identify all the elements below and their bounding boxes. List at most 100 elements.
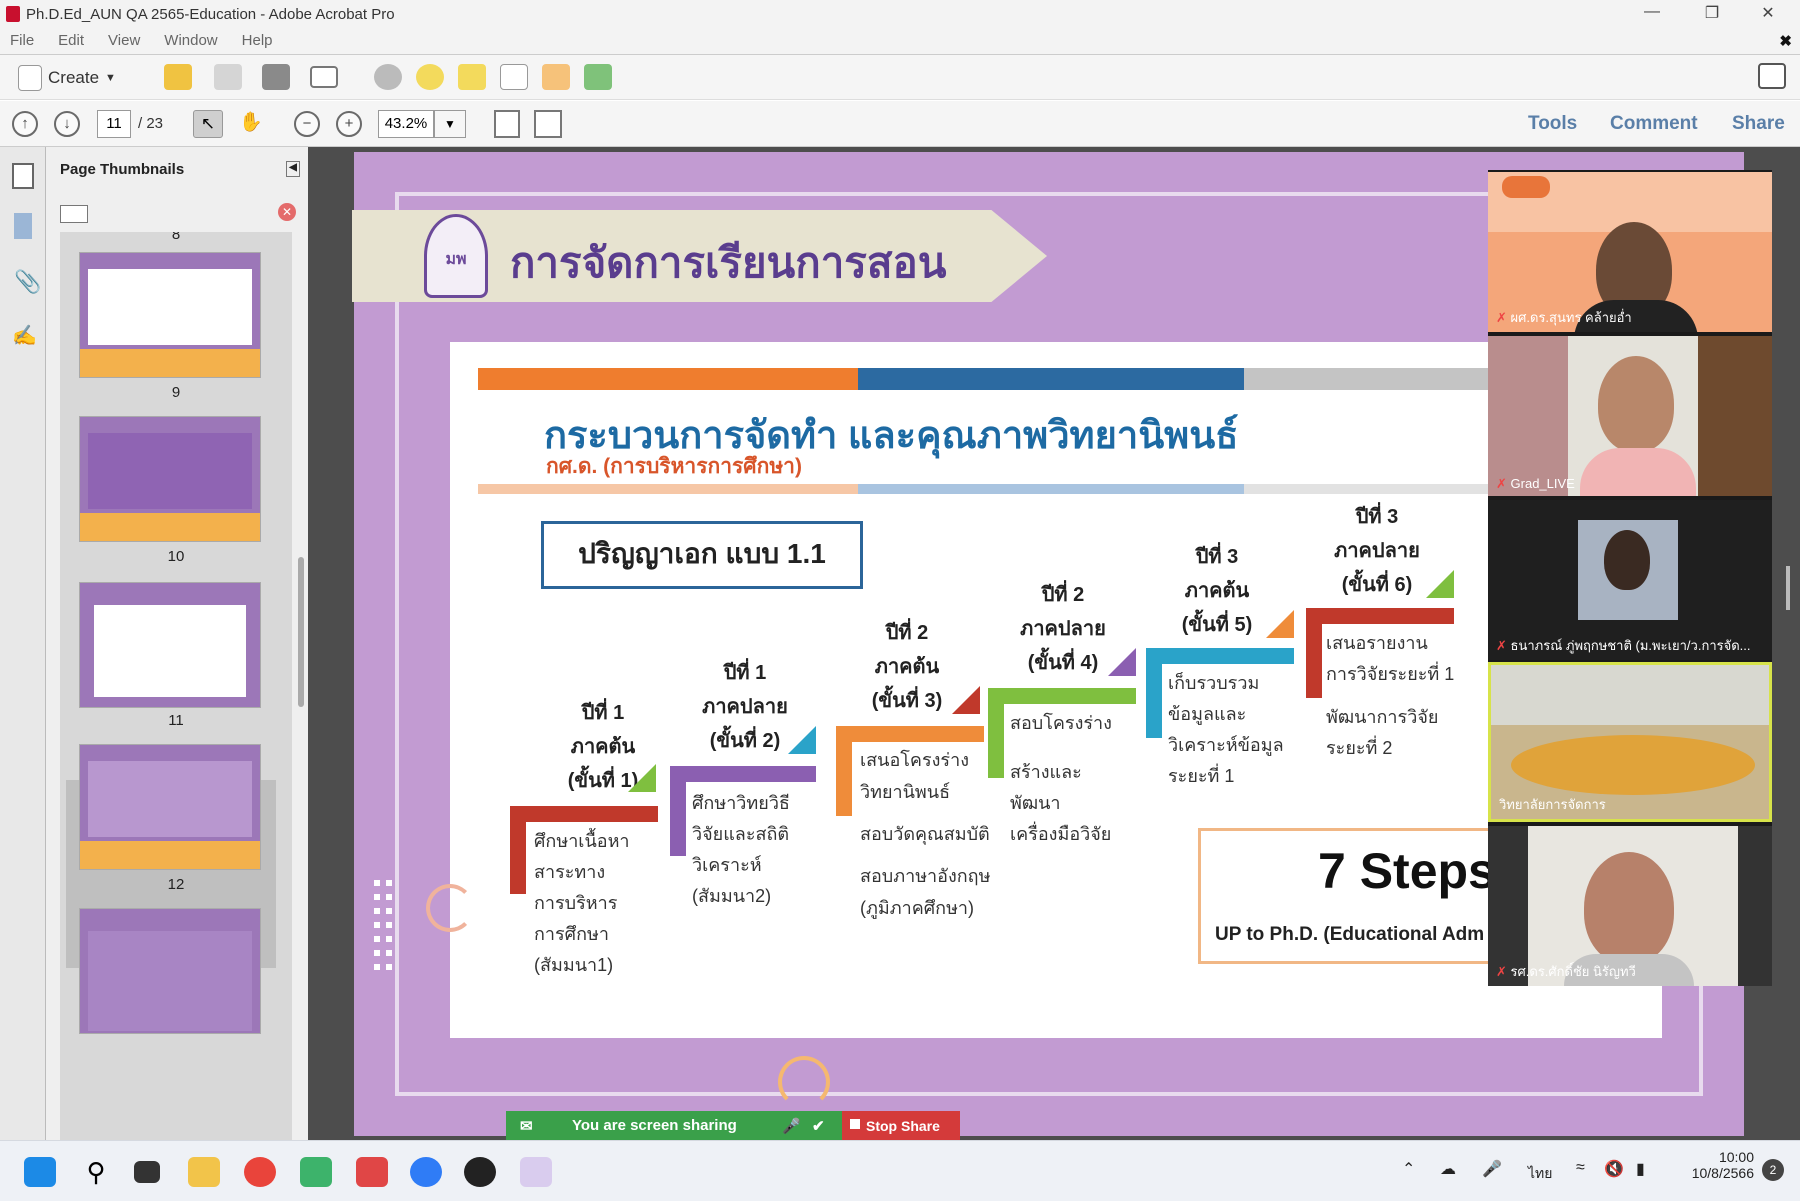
task-view-icon[interactable]	[134, 1161, 160, 1183]
close-window-button[interactable]: ✕	[1748, 3, 1788, 23]
video-tile[interactable]: ✗ รศ.ดร.ศักดิ์ชัย นิรัญทวี	[1488, 826, 1772, 986]
fit-width-icon[interactable]	[534, 110, 562, 138]
hand-tool-icon[interactable]: ✋	[236, 110, 266, 138]
media-player-icon[interactable]	[464, 1157, 496, 1187]
thumbnail-options-icon[interactable]	[60, 205, 88, 223]
select-arrow-icon[interactable]: ↖	[193, 110, 223, 138]
step-arrow-icon	[788, 726, 816, 754]
zoom-in-icon[interactable]: +	[336, 111, 362, 137]
page-number-input[interactable]: 11	[97, 110, 131, 138]
step-term: ภาคต้น	[570, 736, 636, 758]
restore-button[interactable]: ❐	[1692, 3, 1732, 23]
menu-window[interactable]: Window	[164, 30, 217, 49]
clock-time: 10:00	[1718, 1149, 1754, 1165]
decorative-circle	[778, 1056, 830, 1108]
acrobat-taskbar-icon[interactable]	[356, 1157, 388, 1187]
create-button[interactable]: Create ▼	[10, 62, 124, 94]
step-year: ปีที่ 3	[1195, 546, 1239, 568]
onedrive-cloud-icon[interactable]: ☁	[1440, 1159, 1456, 1179]
chevron-down-icon: ▼	[105, 72, 116, 84]
wifi-icon[interactable]: ≈	[1576, 1159, 1585, 1177]
menu-file[interactable]: File	[10, 30, 34, 49]
share-drag-icon[interactable]: ✉	[520, 1117, 533, 1135]
snipping-tool-icon[interactable]	[520, 1157, 552, 1187]
close-document-icon[interactable]: ✖	[1779, 32, 1792, 50]
battery-icon[interactable]: ▮	[1636, 1159, 1645, 1179]
comment-button[interactable]: Comment	[1610, 113, 1698, 135]
step-term: ภาคปลาย	[1020, 618, 1106, 640]
minimize-button[interactable]: —	[1632, 3, 1672, 21]
step-4-label: ปีที่ 2 ภาคปลาย (ขั้นที่ 4)	[1008, 578, 1118, 680]
chevron-up-icon[interactable]: ⌃	[1402, 1159, 1415, 1179]
page-thumbnail-13[interactable]	[79, 908, 261, 1034]
zoom-app-icon[interactable]	[410, 1157, 442, 1187]
notification-badge[interactable]: 2	[1762, 1159, 1784, 1181]
open-folder-icon[interactable]	[164, 64, 192, 90]
step-line: พัฒนา	[1010, 793, 1061, 813]
seven-steps-title: 7 Steps	[1318, 843, 1496, 899]
page-thumbnail-9[interactable]	[79, 252, 261, 378]
volume-muted-icon[interactable]: 🔇	[1604, 1159, 1624, 1179]
delete-page-icon[interactable]	[500, 64, 528, 90]
panel-scrollbar[interactable]	[298, 557, 304, 707]
video-tile[interactable]: ✗ ธนาภรณ์ ภู่พฤกษชาติ (ม.พะเยา/ว.การจัด.…	[1488, 500, 1772, 660]
start-windows-icon[interactable]	[24, 1157, 56, 1187]
export-icon[interactable]	[542, 64, 570, 90]
panel-header: Page Thumbnails ◀	[46, 147, 308, 191]
previous-page-icon[interactable]: ↑	[12, 111, 38, 137]
menu-view[interactable]: View	[108, 30, 140, 49]
page-number-label: 11	[168, 712, 184, 729]
step-year: ปีที่ 1	[723, 662, 767, 684]
zoom-dropdown-icon[interactable]: ▼	[434, 110, 466, 138]
attachment-icon[interactable]: 📎	[14, 269, 41, 295]
page-thumbnail-11[interactable]	[79, 582, 261, 708]
next-page-icon[interactable]: ↓	[54, 111, 80, 137]
decorative-dots	[386, 880, 392, 976]
save-icon[interactable]	[214, 64, 242, 90]
search-icon[interactable]: ⚲	[80, 1157, 112, 1187]
collapse-panel-icon[interactable]: ◀	[286, 161, 300, 177]
tools-button[interactable]: Tools	[1528, 113, 1577, 135]
video-tile-active-speaker[interactable]: วิทยาลัยการจัดการ	[1488, 662, 1772, 822]
stop-share-button[interactable]: Stop Share	[842, 1111, 960, 1141]
clock-date: 10/8/2566	[1691, 1165, 1754, 1181]
print-icon[interactable]	[262, 64, 290, 90]
highlight-icon[interactable]	[458, 64, 486, 90]
email-icon[interactable]	[310, 66, 338, 88]
chrome-icon[interactable]	[244, 1157, 276, 1187]
video-tile[interactable]: ✗ ผศ.ดร.สุนทร คล้ายอ่ำ	[1488, 172, 1772, 332]
page-number-label: 10	[167, 548, 185, 565]
participant-name-text: รศ.ดร.ศักดิ์ชัย นิรัญทวี	[1510, 964, 1636, 979]
document-scrollbar[interactable]	[1786, 566, 1790, 610]
line-app-icon[interactable]	[300, 1157, 332, 1187]
zoom-out-icon[interactable]: −	[294, 111, 320, 137]
fit-page-icon[interactable]	[494, 110, 520, 138]
participant-name: ✗ รศ.ดร.ศักดิ์ชัย นิรัญทวี	[1496, 961, 1636, 982]
step-line: (สัมมนา1)	[534, 955, 614, 975]
close-panel-icon[interactable]: ✕	[278, 203, 296, 221]
share-button[interactable]: Share	[1732, 113, 1785, 135]
settings-gear-icon[interactable]	[374, 64, 402, 90]
bookmark-icon[interactable]	[14, 213, 32, 239]
signature-icon[interactable]: ✍	[12, 323, 37, 348]
menu-edit[interactable]: Edit	[58, 30, 84, 49]
download-icon[interactable]	[584, 64, 612, 90]
step-3-text: เสนอโครงร่าง วิทยานิพนธ์ สอบวัดคุณสมบัติ…	[860, 744, 990, 924]
mic-icon[interactable]: 🎤	[782, 1117, 801, 1135]
comment-bubble-icon[interactable]	[416, 64, 444, 90]
step-arrow-icon	[952, 686, 980, 714]
fullscreen-icon[interactable]	[1758, 63, 1786, 89]
page-thumbnail-10[interactable]	[79, 416, 261, 542]
pages-icon[interactable]	[12, 163, 34, 189]
microphone-icon[interactable]: 🎤	[1482, 1159, 1502, 1179]
video-tile[interactable]: ✗ Grad_LIVE	[1488, 336, 1772, 496]
step-line: วิจัยและสถิติ	[692, 824, 790, 844]
zoom-level-input[interactable]: 43.2%	[378, 110, 434, 138]
step-line: (สัมมนา2)	[692, 886, 772, 906]
page-thumbnail-12[interactable]	[79, 744, 261, 870]
clock[interactable]: 10:00 10/8/2566	[1690, 1149, 1754, 1181]
language-indicator[interactable]: ไทย	[1528, 1163, 1552, 1185]
menu-help[interactable]: Help	[242, 30, 273, 49]
step-arrow-icon	[1108, 648, 1136, 676]
file-explorer-icon[interactable]	[188, 1157, 220, 1187]
